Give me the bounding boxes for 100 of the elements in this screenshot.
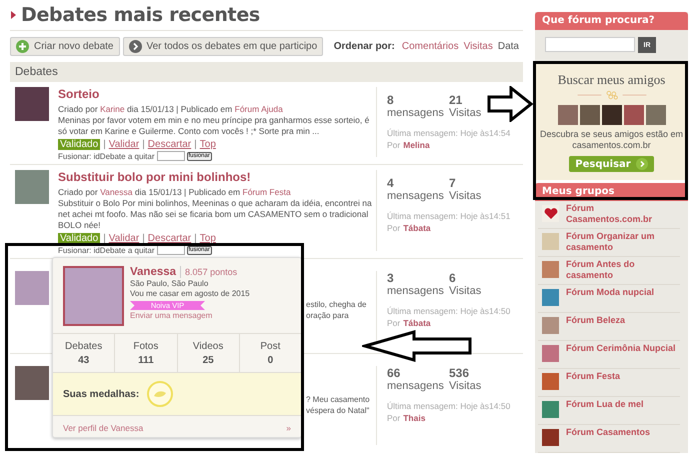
section-header: Debates xyxy=(10,62,523,82)
friend-photo xyxy=(624,105,644,125)
friend-photo xyxy=(646,105,666,125)
debate-title-link[interactable]: Sorteio xyxy=(58,87,376,101)
meta-link[interactable]: Fórum Ajuda xyxy=(234,104,283,114)
group-thumbnail xyxy=(542,261,559,278)
messages-label: mensagens xyxy=(387,285,445,297)
group-thumbnail xyxy=(542,345,559,362)
friend-photo xyxy=(602,105,622,125)
profile-name-link[interactable]: Vanessa xyxy=(130,266,182,278)
by-label: Por xyxy=(387,318,400,328)
friends-description: Descubra se seus amigos estão em casamentos.com.br xyxy=(539,129,684,151)
group-link[interactable]: Fórum Cerimônia Nupcial xyxy=(566,343,676,368)
sort-option[interactable]: Comentários xyxy=(402,41,459,52)
moderation-link[interactable]: Descartar xyxy=(148,139,192,150)
group-link[interactable]: Fórum Moda nupcial xyxy=(566,287,654,312)
message-count: 8 xyxy=(387,93,395,107)
group-thumbnail xyxy=(542,289,559,306)
excerpt-line: oração para xyxy=(306,310,350,321)
group-thumbnail xyxy=(542,317,559,334)
meta-link[interactable]: Karine xyxy=(100,104,125,114)
visit-count: 7 xyxy=(449,176,457,190)
avatar-photo xyxy=(15,170,49,204)
separator: | xyxy=(194,139,197,150)
by-label: Por xyxy=(387,413,400,423)
group-link[interactable]: Fórum Casamentos xyxy=(566,427,650,452)
moderation-link[interactable]: Descartar xyxy=(148,233,192,244)
sort-option[interactable]: Visitas xyxy=(464,41,493,52)
messages-label: mensagens xyxy=(387,380,445,392)
meta-link[interactable]: Fórum Festa xyxy=(242,187,291,197)
chevron-icon xyxy=(128,40,142,53)
location-text: São Paulo, São Paulo xyxy=(130,279,210,288)
visits-label: Visitas xyxy=(449,190,482,202)
meta-link[interactable]: Vanessa xyxy=(100,187,133,197)
message-count: 66 xyxy=(387,366,402,380)
more-link[interactable]: » xyxy=(286,423,291,433)
bullet-icon xyxy=(10,11,16,19)
user-link[interactable]: Melina xyxy=(403,140,430,150)
view-debates-button[interactable]: Ver todos os debates em que participo xyxy=(122,37,324,56)
group-link[interactable]: Fórum Beleza xyxy=(566,315,626,340)
search-field[interactable] xyxy=(545,37,635,52)
points-text: 8.057 pontos xyxy=(185,267,238,277)
stat-label: Post xyxy=(259,341,282,352)
messages-label: mensagens xyxy=(387,107,445,119)
user-link[interactable]: Tábata xyxy=(403,223,431,233)
avatar-photo xyxy=(15,271,49,305)
stat-value: 43 xyxy=(77,355,90,366)
avatar-photo xyxy=(15,366,49,400)
last-message-text: Última mensagem: Hoje às14:50 xyxy=(387,306,512,316)
message-count: 3 xyxy=(387,271,395,285)
moderation-link[interactable]: Validar xyxy=(108,233,140,244)
debate-title-link[interactable]: Substituir bolo por mini bolinhos! xyxy=(58,170,376,184)
merge-label: Fusionar: idDebate a quitar xyxy=(58,246,154,254)
visits-label: Visitas xyxy=(449,380,482,392)
moderation-link[interactable]: Top xyxy=(200,139,216,150)
avatar-photo xyxy=(15,87,49,121)
group-thumbnail xyxy=(542,401,559,418)
sidebar-header: Que fórum procura? xyxy=(535,12,688,30)
group-link[interactable]: Fórum Lua de mel xyxy=(566,399,644,424)
profile-photo xyxy=(63,266,124,326)
stat-label: Debates xyxy=(64,341,104,352)
page-title: Debates mais recentes xyxy=(21,4,260,26)
separator: | xyxy=(194,233,197,244)
merge-input-field[interactable] xyxy=(156,151,184,161)
stat-value: 111 xyxy=(137,355,155,366)
group-link[interactable]: Fórum Festa xyxy=(566,371,620,396)
separator: | xyxy=(103,233,106,244)
user-link[interactable]: Thais xyxy=(403,413,426,423)
view-profile-link[interactable]: Ver perfil de Vanessa xyxy=(63,423,144,433)
group-thumbnail xyxy=(542,429,559,446)
excerpt-line: véspera do Natal" xyxy=(306,405,370,416)
search-friends-button[interactable]: Pesquisar xyxy=(569,156,654,172)
group-link[interactable]: Fórum Antes do casamento xyxy=(566,259,680,284)
separator: | xyxy=(142,139,145,150)
friend-photo xyxy=(558,105,578,125)
debate-meta: Criado por Vanessa dia 15/01/13 | Publicado em Fórum Festa xyxy=(58,187,292,197)
plus-icon xyxy=(16,40,29,53)
friends-title: Buscar meus amigos xyxy=(558,72,666,88)
sort-label: Ordenar por: xyxy=(334,41,395,52)
moderation-link[interactable]: Validar xyxy=(108,139,140,150)
debate-excerpt: Substituir o Bolo Por mini bolinhos, Meeninas o que acharam da idéia, encontrei na net achei mt foofo. Mas não sei se ficaria bom um CASAMENTO sem o tradicional BOLO née! xyxy=(58,198,373,231)
stat-value: 25 xyxy=(202,355,215,366)
last-message-text: Última mensagem: Hoje às14:51 xyxy=(387,211,512,221)
by-label: Por xyxy=(387,223,400,233)
visits-label: Visitas xyxy=(449,285,482,297)
last-message-text: Última mensagem: Hoje às14:50 xyxy=(387,401,512,411)
visit-count: 6 xyxy=(449,271,457,285)
by-label: Por xyxy=(387,140,400,150)
merge-input-field[interactable] xyxy=(156,245,184,255)
group-link[interactable]: Fórum Casamentos.com.br xyxy=(566,203,680,228)
create-debate-button[interactable]: Criar novo debate xyxy=(10,37,120,56)
sort-option[interactable]: Data xyxy=(498,41,519,52)
messages-label: mensagens xyxy=(387,190,445,202)
send-message-link[interactable]: Enviar uma mensagem xyxy=(130,311,250,320)
moderation-link[interactable]: Top xyxy=(200,233,216,244)
user-link[interactable]: Tábata xyxy=(403,318,431,328)
last-message-text: Última mensagem: Hoje às14:54 xyxy=(387,128,512,138)
status-badge: Validado xyxy=(58,139,100,150)
group-link[interactable]: Fórum Organizar um casamento xyxy=(566,231,680,256)
right-arrow-drawing xyxy=(487,86,533,122)
